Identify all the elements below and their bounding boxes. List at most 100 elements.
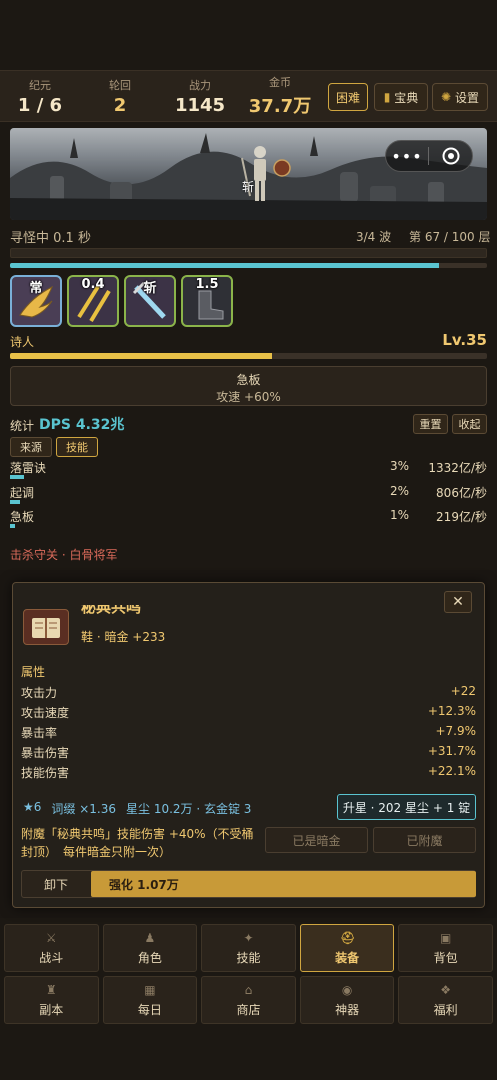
dps-row-name: 落雷诀 <box>10 461 47 475</box>
nav-welfare[interactable]: ❖ 福利 <box>398 976 493 1024</box>
settings-button[interactable]: ✺ 设置 <box>432 83 488 111</box>
nav-label: 背包 <box>433 950 458 965</box>
nav-label: 福利 <box>433 1002 458 1017</box>
dps-label: 统计 <box>10 419 35 433</box>
timer-track <box>10 248 487 258</box>
nav-label: 角色 <box>137 950 162 965</box>
nav-equipment[interactable]: ⛑ 装备 <box>299 924 395 972</box>
nav-character[interactable]: ♟ 角色 <box>102 924 198 972</box>
material-count: 星尘 10.2万 · 玄金锭 3 <box>126 802 252 816</box>
stat-value: 1 / 6 <box>17 94 63 116</box>
dps-row-amount: 219亿/秒 <box>436 510 487 524</box>
difficulty-label: 困难 <box>335 90 360 105</box>
wave-progress-fill <box>10 263 440 268</box>
book-icon <box>32 618 60 638</box>
stat-cycle: 轮回 2 <box>80 77 160 116</box>
nav-dungeon[interactable]: ♜ 副本 <box>4 976 99 1024</box>
dps-row-name: 急板 <box>10 510 35 524</box>
buff-desc: 攻速 +60% <box>216 390 281 404</box>
stat-era: 纪元 1 / 6 <box>0 77 80 116</box>
gift-icon: ❖ <box>440 982 452 997</box>
stat-value: 1145 <box>174 94 226 116</box>
nav-battle[interactable]: ⚔ 战斗 <box>4 924 99 972</box>
upgrade-star-button[interactable]: 升星 · 202 星尘 + 1 锭 <box>337 794 476 820</box>
attr-value: +7.9% <box>435 724 476 738</box>
castle-icon: ♜ <box>45 982 57 997</box>
codex-button[interactable]: ▮ 宝典 <box>374 83 428 111</box>
dps-row-amount: 1332亿/秒 <box>428 461 487 475</box>
shop-icon: ⌂ <box>244 982 253 997</box>
exp-fill <box>10 353 273 359</box>
buff-panel: 急板 攻速 +60% <box>10 366 487 406</box>
dps-value: DPS 4.32兆 <box>39 417 125 433</box>
kill-notice: 击杀守关 · 白骨将军 <box>10 548 118 562</box>
close-button[interactable]: ✕ <box>444 591 472 613</box>
battle-scene: 斩 ••• <box>10 128 487 220</box>
tab-skill[interactable]: 技能 <box>56 437 98 457</box>
skill-tag: 斩 <box>143 281 157 296</box>
helmet-icon: ⛑ <box>340 930 356 945</box>
enchanted-button[interactable]: 已附魔 <box>373 827 476 853</box>
collapse-button[interactable]: 收起 <box>452 414 487 434</box>
nav-daily[interactable]: ▦ 每日 <box>102 976 198 1024</box>
item-icon <box>23 609 69 645</box>
close-target-icon[interactable] <box>429 147 472 165</box>
close-icon: ✕ <box>452 594 464 610</box>
nav-skill[interactable]: ✦ 技能 <box>201 924 296 972</box>
exp-track <box>10 353 487 359</box>
stat-value: 37.7万 <box>248 96 312 117</box>
stat-power: 战力 1145 <box>160 77 240 116</box>
skill-tag: 1.5 <box>195 277 219 292</box>
nav-label: 装备 <box>335 950 360 965</box>
dps-row-amount: 806亿/秒 <box>436 486 487 500</box>
difficulty-button[interactable]: 困难 <box>328 83 368 111</box>
settings-label: 设置 <box>455 90 480 105</box>
search-status: 寻怪中 0.1 秒 <box>10 231 91 246</box>
nav-bag[interactable]: ▣ 背包 <box>398 924 493 972</box>
nav-artifact[interactable]: ◉ 神器 <box>299 976 395 1024</box>
wave-progress-track <box>10 263 487 268</box>
dps-row-name: 起调 <box>10 486 35 500</box>
attr-key: 技能伤害 <box>21 766 70 780</box>
enhance-button[interactable]: 强化 1.07万 <box>91 871 476 897</box>
skill-slot-blade[interactable]: 斩 <box>124 275 176 327</box>
nav-label: 商店 <box>236 1002 261 1017</box>
dps-row: 急板 1% 219亿/秒 <box>10 508 487 528</box>
bottom-nav-row-2: ♜ 副本 ▦ 每日 ⌂ 商店 ◉ 神器 ❖ 福利 <box>4 976 493 1024</box>
floor-counter: 第 67 / 100 层 <box>409 230 491 244</box>
person-icon: ♟ <box>144 930 156 945</box>
enchant-text: 附魔「秘典共鸣」技能伤害 +40%（不受桶封顶） 每件暗金只附一次） <box>21 827 254 859</box>
stat-label: 纪元 <box>29 78 51 92</box>
attr-key: 暴击率 <box>21 726 58 740</box>
item-title: 秘典共鸣 <box>81 605 141 617</box>
reset-button[interactable]: 重置 <box>413 414 448 434</box>
bottom-nav-row-1: ⚔ 战斗 ♟ 角色 ✦ 技能 ⛑ 装备 ▣ 背包 <box>4 924 493 972</box>
attr-key: 攻击速度 <box>21 706 70 720</box>
stat-gold: 金币 37.7万 <box>240 74 320 118</box>
stat-label: 轮回 <box>109 78 131 92</box>
dps-row-bar <box>10 524 15 528</box>
tab-source[interactable]: 来源 <box>10 437 52 457</box>
attr-value: +12.3% <box>427 704 476 718</box>
dps-row-pct: 1% <box>389 508 409 522</box>
item-subtitle: 鞋 · 暗金 +233 <box>81 630 166 644</box>
skill-tag: 0.4 <box>81 277 105 292</box>
attr-key: 暴击伤害 <box>21 746 70 760</box>
dps-row-bar <box>10 500 20 504</box>
more-menu-icon[interactable]: ••• <box>386 147 428 166</box>
bag-icon: ▣ <box>440 930 452 945</box>
hero-level: Lv.35 <box>442 331 487 349</box>
mini-program-capsule: ••• <box>385 140 473 172</box>
buff-name: 急板 <box>236 373 261 387</box>
skill-slot-swords[interactable]: 0.4 <box>67 275 119 327</box>
attr-value: +22.1% <box>427 764 476 778</box>
app-root: 纪元 1 / 6 轮回 2 战力 1145 金币 37.7万 困难 ▮ 宝典 ✺… <box>0 0 497 1080</box>
skill-slot-boot[interactable]: 1.5 <box>181 275 233 327</box>
book-icon: ▮ <box>383 90 391 104</box>
already-dark-gold-button[interactable]: 已是暗金 <box>265 827 368 853</box>
action-bar: 卸下 强化 1.07万 <box>21 870 476 898</box>
nav-shop[interactable]: ⌂ 商店 <box>201 976 296 1024</box>
unequip-button[interactable]: 卸下 <box>22 871 90 897</box>
skill-tag: 常 <box>29 281 43 296</box>
skill-slot-wing[interactable]: 常 <box>10 275 62 327</box>
